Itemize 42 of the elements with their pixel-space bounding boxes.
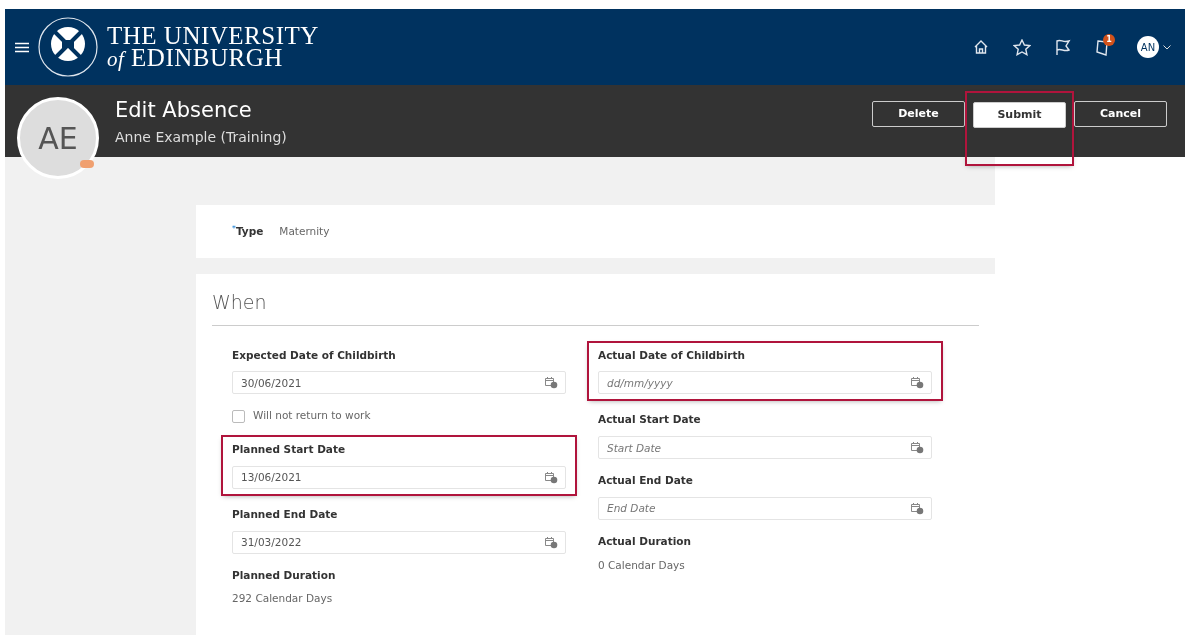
logo-text: THE UNIVERSITY xyxy=(107,24,319,47)
calendar-icon[interactable] xyxy=(910,501,924,515)
field-label: Planned Start Date xyxy=(232,442,347,457)
date-field[interactable]: End Date xyxy=(598,496,932,520)
star-icon[interactable] xyxy=(1013,38,1031,56)
date-field[interactable]: dd/mm/yyyy xyxy=(598,371,932,395)
avatar: AE xyxy=(17,97,99,179)
date-field[interactable]: Start Date xyxy=(598,436,932,459)
calendar-icon[interactable] xyxy=(910,376,924,390)
field-value: 0 Calendar Days xyxy=(598,557,686,573)
action-button[interactable]: Submit xyxy=(973,102,1066,129)
field-label: Actual Start Date xyxy=(598,412,702,428)
page-title: Edit Absence xyxy=(115,97,253,123)
field-label: Actual Date of Childbirth xyxy=(598,347,746,363)
calendar-icon[interactable] xyxy=(544,376,558,390)
date-field[interactable]: 31/03/2022 xyxy=(232,530,566,554)
date-field[interactable]: 13/06/2021 xyxy=(232,465,566,489)
calendar-icon[interactable] xyxy=(910,441,924,454)
crest-icon xyxy=(37,14,99,80)
section-title: When xyxy=(212,290,268,315)
menu-icon[interactable] xyxy=(15,41,29,53)
field-value: 292 Calendar Days xyxy=(232,591,334,607)
date-field[interactable]: 30/06/2021 xyxy=(232,371,566,395)
chevron-down-icon xyxy=(1163,44,1171,50)
calendar-icon[interactable] xyxy=(544,535,558,549)
checkbox[interactable] xyxy=(232,409,245,423)
field-label: Expected Date of Childbirth xyxy=(232,347,397,363)
checkbox-label: Will not return to work xyxy=(253,408,371,424)
field-value: Maternity xyxy=(279,223,330,239)
flag-icon[interactable] xyxy=(1055,38,1071,56)
field-label: Actual Duration xyxy=(598,533,692,549)
field-label: Planned Duration xyxy=(232,567,337,583)
action-button[interactable]: Cancel xyxy=(1074,101,1167,127)
page-subtitle: Anne Example (Training) xyxy=(115,128,287,147)
action-button[interactable]: Delete xyxy=(872,101,965,127)
field-label: Planned End Date xyxy=(232,506,339,522)
logo-text: of EDINBURGH xyxy=(107,46,283,70)
home-icon[interactable] xyxy=(973,39,989,55)
field-label: $^{*}$Type xyxy=(232,223,264,239)
field-label: Actual End Date xyxy=(598,473,694,488)
calendar-icon[interactable] xyxy=(544,470,558,484)
notification-badge: 1 xyxy=(1103,34,1115,46)
